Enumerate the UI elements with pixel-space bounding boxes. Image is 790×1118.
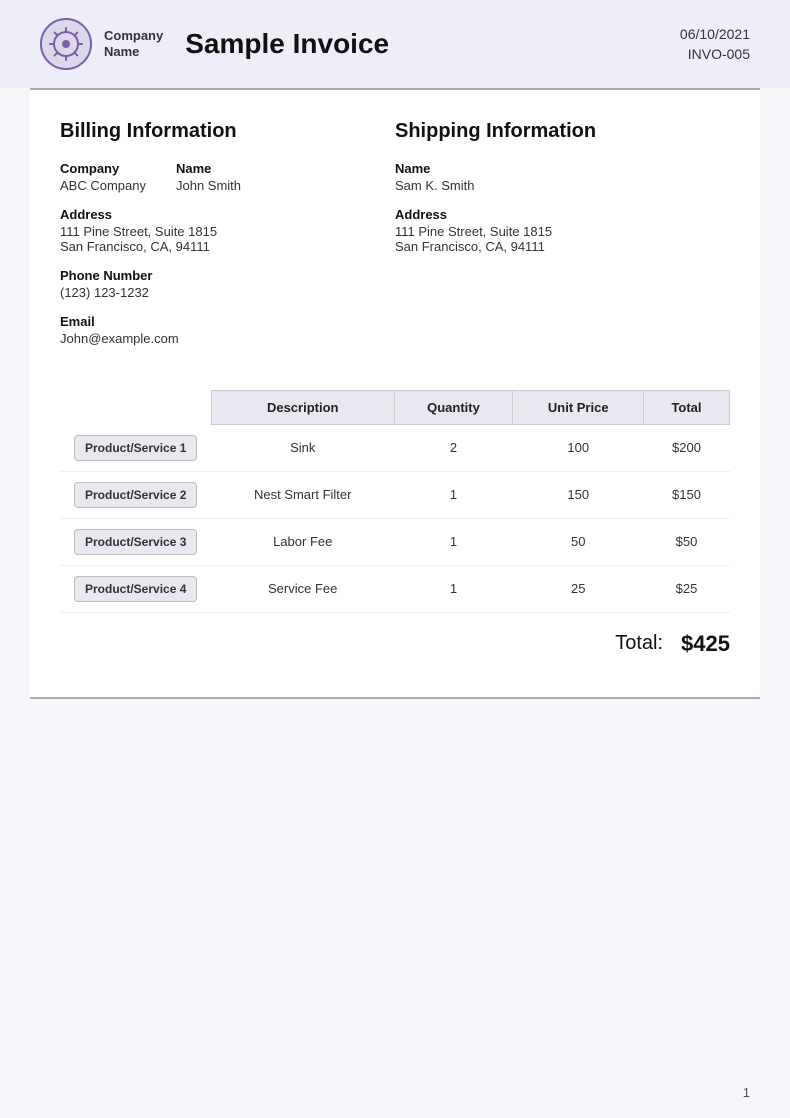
billing-address-line2: San Francisco, CA, 94111 xyxy=(60,239,395,254)
company-name-text: CompanyName xyxy=(104,28,163,59)
info-section: Billing Information Company ABC Company … xyxy=(60,120,730,360)
row-label-cell: Product/Service 1 xyxy=(60,425,211,472)
row-quantity: 1 xyxy=(394,518,513,565)
shipping-address-label: Address xyxy=(395,207,730,222)
row-label-cell: Product/Service 3 xyxy=(60,518,211,565)
table-header-row: Description Quantity Unit Price Total xyxy=(60,391,730,425)
row-description: Service Fee xyxy=(211,565,394,612)
header-left: CompanyName Sample Invoice xyxy=(40,18,389,70)
col-unit-price: Unit Price xyxy=(513,391,644,425)
billing-address-label: Address xyxy=(60,207,395,222)
row-description: Labor Fee xyxy=(211,518,394,565)
total-label: Total: xyxy=(615,632,663,655)
body-content: Billing Information Company ABC Company … xyxy=(30,90,760,697)
table-row: Product/Service 3 Labor Fee 1 50 $50 xyxy=(60,518,730,565)
shipping-address-line1: 111 Pine Street, Suite 1815 xyxy=(395,224,730,239)
billing-address-block: Address 111 Pine Street, Suite 1815 San … xyxy=(60,207,395,254)
billing-address-line1: 111 Pine Street, Suite 1815 xyxy=(60,224,395,239)
billing-company-block: Company ABC Company xyxy=(60,161,146,193)
row-label: Product/Service 3 xyxy=(74,529,197,555)
table-row: Product/Service 1 Sink 2 100 $200 xyxy=(60,425,730,472)
company-logo xyxy=(40,18,92,70)
billing-email-label: Email xyxy=(60,314,395,329)
bottom-divider xyxy=(30,697,760,699)
row-total: $50 xyxy=(643,518,729,565)
billing-company-label: Company xyxy=(60,161,146,176)
billing-info: Billing Information Company ABC Company … xyxy=(60,120,395,360)
row-quantity: 1 xyxy=(394,471,513,518)
row-label-cell: Product/Service 4 xyxy=(60,565,211,612)
row-label-cell: Product/Service 2 xyxy=(60,471,211,518)
row-total: $150 xyxy=(643,471,729,518)
invoice-header: CompanyName Sample Invoice 06/10/2021 IN… xyxy=(0,0,790,88)
col-total: Total xyxy=(643,391,729,425)
billing-title: Billing Information xyxy=(60,120,395,143)
row-description: Sink xyxy=(211,425,394,472)
billing-name-value: John Smith xyxy=(176,178,241,193)
col-description: Description xyxy=(211,391,394,425)
row-total: $25 xyxy=(643,565,729,612)
row-unit-price: 100 xyxy=(513,425,644,472)
billing-phone-block: Phone Number (123) 123-1232 xyxy=(60,268,395,300)
row-unit-price: 150 xyxy=(513,471,644,518)
invoice-title: Sample Invoice xyxy=(185,28,389,60)
page-number: 1 xyxy=(743,1085,750,1100)
row-unit-price: 25 xyxy=(513,565,644,612)
billing-phone-value: (123) 123-1232 xyxy=(60,285,395,300)
company-name-block: CompanyName xyxy=(104,28,163,59)
row-unit-price: 50 xyxy=(513,518,644,565)
shipping-address-line2: San Francisco, CA, 94111 xyxy=(395,239,730,254)
row-quantity: 1 xyxy=(394,565,513,612)
billing-name-block: Name John Smith xyxy=(176,161,241,193)
total-row: Total: $425 xyxy=(60,613,730,667)
shipping-name-block: Name Sam K. Smith xyxy=(395,161,730,193)
row-label: Product/Service 4 xyxy=(74,576,197,602)
billing-phone-label: Phone Number xyxy=(60,268,395,283)
row-total: $200 xyxy=(643,425,729,472)
col-quantity: Quantity xyxy=(394,391,513,425)
row-label: Product/Service 1 xyxy=(74,435,197,461)
table-section: Description Quantity Unit Price Total Pr… xyxy=(60,390,730,667)
billing-company-value: ABC Company xyxy=(60,178,146,193)
shipping-title: Shipping Information xyxy=(395,120,730,143)
table-row: Product/Service 4 Service Fee 1 25 $25 xyxy=(60,565,730,612)
header-right: 06/10/2021 INVO-005 xyxy=(680,26,750,62)
invoice-number: INVO-005 xyxy=(680,46,750,62)
shipping-name-label: Name xyxy=(395,161,730,176)
total-value: $425 xyxy=(681,631,730,657)
shipping-name-value: Sam K. Smith xyxy=(395,178,730,193)
billing-email-value: John@example.com xyxy=(60,331,395,346)
shipping-address-block: Address 111 Pine Street, Suite 1815 San … xyxy=(395,207,730,254)
billing-email-block: Email John@example.com xyxy=(60,314,395,346)
billing-name-label: Name xyxy=(176,161,241,176)
billing-company-name-row: Company ABC Company Name John Smith xyxy=(60,161,395,193)
row-description: Nest Smart Filter xyxy=(211,471,394,518)
invoice-table: Description Quantity Unit Price Total Pr… xyxy=(60,390,730,613)
invoice-date: 06/10/2021 xyxy=(680,26,750,42)
row-quantity: 2 xyxy=(394,425,513,472)
table-row: Product/Service 2 Nest Smart Filter 1 15… xyxy=(60,471,730,518)
shipping-info: Shipping Information Name Sam K. Smith A… xyxy=(395,120,730,360)
row-label: Product/Service 2 xyxy=(74,482,197,508)
